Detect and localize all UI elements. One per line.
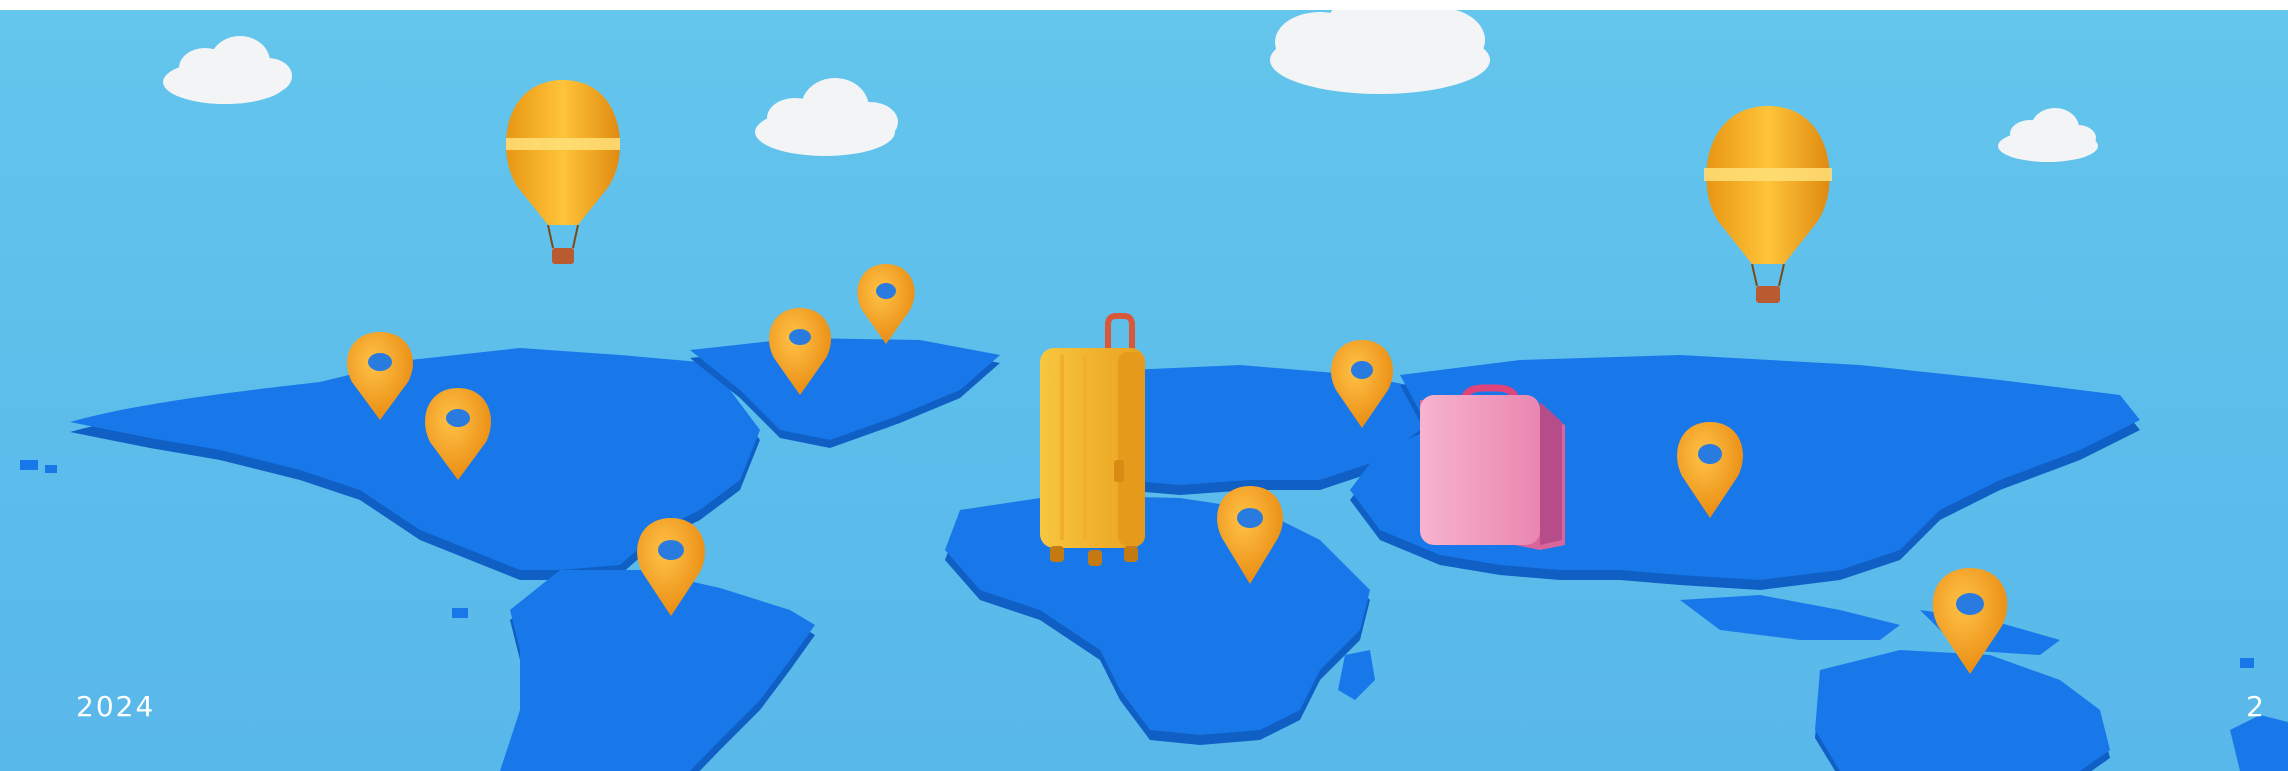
suitcase-icon <box>1420 384 1565 550</box>
slide-year: 2024 <box>76 690 156 723</box>
cloud-icon <box>1270 10 1490 94</box>
presentation-slide: 2024 2 <box>0 10 2288 771</box>
world-travel-illustration <box>20 10 2288 771</box>
hot-air-balloon-icon <box>1704 106 1832 303</box>
cloud-icon <box>1998 108 2098 162</box>
map-pin-icon <box>857 264 915 344</box>
slide-page-number: 2 <box>2246 690 2264 723</box>
cloud-icon <box>163 36 292 104</box>
suitcase-icon <box>1040 313 1145 566</box>
hot-air-balloon-icon <box>505 80 621 264</box>
world-map-icon <box>20 338 2288 771</box>
cloud-icon <box>755 78 898 156</box>
